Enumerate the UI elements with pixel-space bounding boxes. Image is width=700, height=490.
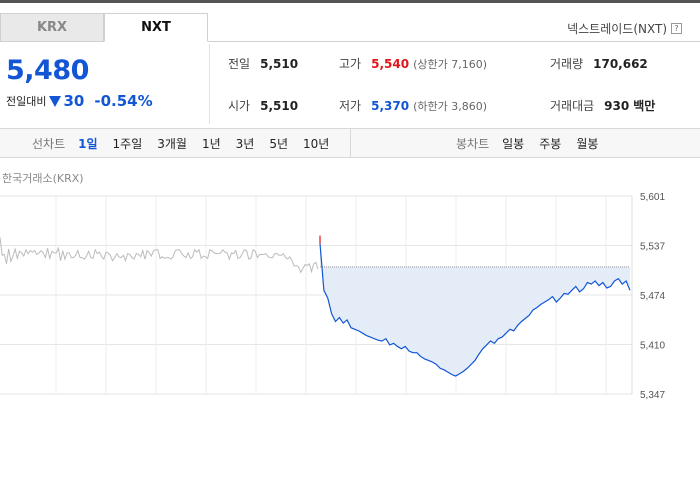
period-3y[interactable]: 3년 [236,135,255,152]
stat-value: 170,662 [593,57,648,71]
stat-value: 5,510 [260,99,299,113]
y-tick-label: 5,347 [640,390,665,400]
change-rate: -0.54% [94,92,153,110]
stat-amount: 거래대금 930 백만 [550,97,655,114]
chart-plot [0,235,631,377]
y-tick-label: 5,474 [640,291,665,302]
stat-label: 고가 [339,57,362,71]
period-10y[interactable]: 10년 [303,135,329,152]
down-triangle-icon [49,95,62,107]
divider [209,44,210,124]
market-tabs: KRX NXT [0,13,208,42]
nxt-area-fill [320,243,630,377]
tab-divider [208,41,700,42]
change-label: 전일대비 [6,95,47,108]
stat-value: 5,370 [371,99,410,113]
stat-value: 5,510 [260,57,299,71]
line-chart-title: 선차트 [32,136,66,151]
period-1y[interactable]: 1년 [202,135,221,152]
stat-open: 시가 5,510 [228,97,298,114]
help-icon[interactable]: ? [671,23,682,34]
y-tick-label: 5,601 [640,192,665,203]
y-tick-label: 5,537 [640,242,665,253]
period-1w[interactable]: 1주일 [113,135,143,152]
candle-chart-periods: 봉차트 일봉 주봉 월봉 [350,129,700,157]
period-3m[interactable]: 3개월 [157,135,187,152]
top-border [0,0,700,3]
market-name: 넥스트레이드(NXT) ? [567,20,682,37]
krx-line [0,237,319,274]
upper-limit: (상한가 7,160) [413,58,487,71]
intraday-chart: 5,601 5,537 5,474 5,410 5,347 [0,192,665,400]
stat-label: 거래량 [550,57,584,71]
period-monthly[interactable]: 월봉 [576,135,598,152]
stat-label: 저가 [339,99,362,113]
period-weekly[interactable]: 주봉 [539,135,561,152]
period-1d[interactable]: 1일 [78,135,97,152]
stat-unit: 백만 [633,99,656,113]
change-amount: 30 [63,92,85,110]
stat-value: 5,540 [371,57,410,71]
tab-nxt[interactable]: NXT [104,13,208,42]
stat-volume: 거래량 170,662 [550,55,648,72]
lower-limit: (하한가 3,860) [413,100,487,113]
price-change: 전일대비 30 -0.54% [6,92,153,110]
stat-label: 전일 [228,57,251,71]
period-daily[interactable]: 일봉 [502,135,524,152]
period-5y[interactable]: 5년 [269,135,288,152]
stat-prev-close: 전일 5,510 [228,55,298,72]
line-chart-periods: 선차트 1일 1주일 3개월 1년 3년 5년 10년 [0,129,350,157]
stat-value: 930 [604,99,630,113]
stat-label: 거래대금 [550,99,595,113]
stat-high: 고가 5,540 (상한가 7,160) [339,55,487,72]
candle-chart-title: 봉차트 [456,136,490,151]
y-axis-ticks: 5,601 5,537 5,474 5,410 5,347 [640,192,665,400]
tab-krx[interactable]: KRX [0,13,104,42]
market-name-label: 넥스트레이드(NXT) [567,22,667,36]
period-bar: 선차트 1일 1주일 3개월 1년 3년 5년 10년 봉차트 일봉 주봉 월봉 [0,128,700,158]
current-price: 5,480 [6,55,89,86]
y-tick-label: 5,410 [640,341,665,352]
stat-label: 시가 [228,99,251,113]
stat-low: 저가 5,370 (하한가 3,860) [339,97,487,114]
